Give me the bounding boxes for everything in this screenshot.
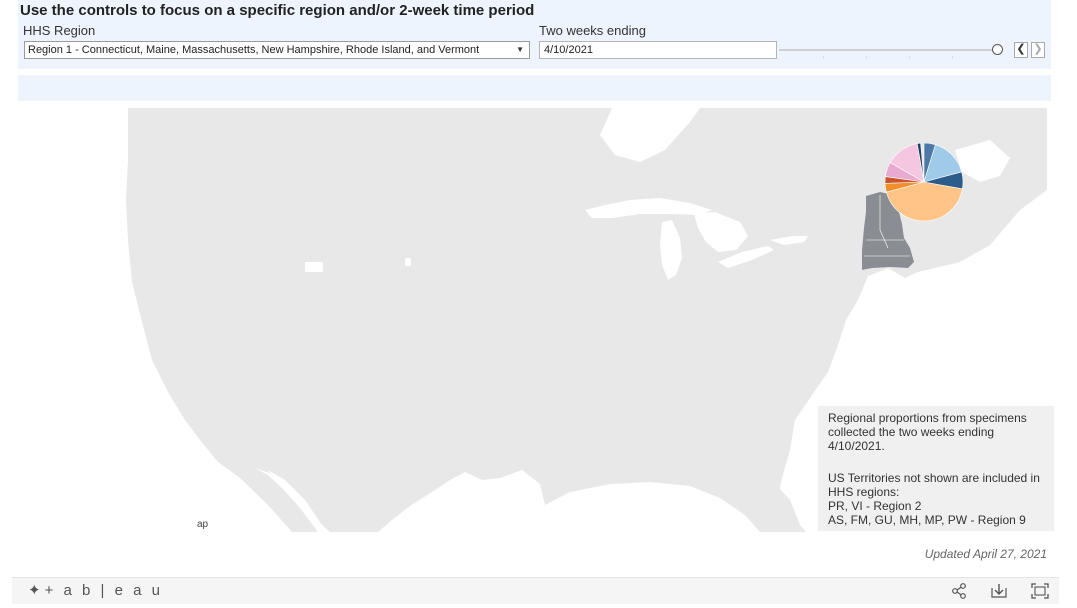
tableau-logo[interactable]: ✦ + a b | e a u: [28, 581, 163, 599]
note-line: AS, FM, GU, MH, MP, PW - Region 9: [828, 513, 1026, 527]
share-icon[interactable]: [950, 582, 968, 600]
next-period-button[interactable]: ❯: [1031, 42, 1045, 58]
previous-period-button[interactable]: ❮: [1014, 42, 1028, 58]
legend-band: [18, 75, 1051, 101]
slider-tick: [823, 56, 824, 59]
lake-detail: [405, 258, 411, 266]
info-note: Regional proportions from specimens coll…: [818, 406, 1054, 531]
map-attribution: ap: [197, 519, 209, 530]
note-line: HHS regions:: [828, 485, 900, 499]
date-input[interactable]: 4/10/2021: [539, 41, 777, 59]
page-title: Use the controls to focus on a specific …: [20, 2, 535, 19]
note-line: US Territories not shown are included in: [828, 471, 1040, 485]
region-dropdown-value: Region 1 - Connecticut, Maine, Massachus…: [28, 44, 480, 56]
note-line: collected the two weeks ending: [828, 425, 995, 439]
region-filter-label: HHS Region: [23, 23, 96, 38]
date-slider-thumb[interactable]: [992, 44, 1003, 55]
chevron-down-icon: ▼: [516, 45, 524, 54]
controls-panel: Use the controls to focus on a specific …: [18, 0, 1051, 69]
region-pie-chart[interactable]: [884, 142, 964, 222]
slider-tick: [866, 56, 867, 59]
updated-date: Updated April 27, 2021: [924, 547, 1047, 561]
note-line: PR, VI - Region 2: [828, 499, 922, 513]
date-filter-label: Two weeks ending: [539, 23, 646, 38]
tableau-toolbar: ✦ + a b | e a u: [12, 577, 1059, 604]
chevron-left-icon: ❮: [1016, 43, 1026, 55]
date-slider-track[interactable]: [779, 49, 997, 51]
tableau-wordmark: + a b | e a u: [44, 582, 163, 599]
region-dropdown[interactable]: Region 1 - Connecticut, Maine, Massachus…: [24, 41, 530, 59]
fullscreen-icon[interactable]: [1030, 582, 1050, 600]
chevron-right-icon: ❯: [1033, 43, 1043, 55]
slider-tick: [909, 56, 910, 59]
download-icon[interactable]: [989, 582, 1009, 600]
salt-lake: [305, 262, 323, 272]
note-line: Regional proportions from specimens: [828, 411, 1027, 425]
slider-tick: [952, 56, 953, 59]
note-line: 4/10/2021.: [828, 439, 885, 453]
tableau-glyph-icon: ✦: [28, 582, 41, 599]
